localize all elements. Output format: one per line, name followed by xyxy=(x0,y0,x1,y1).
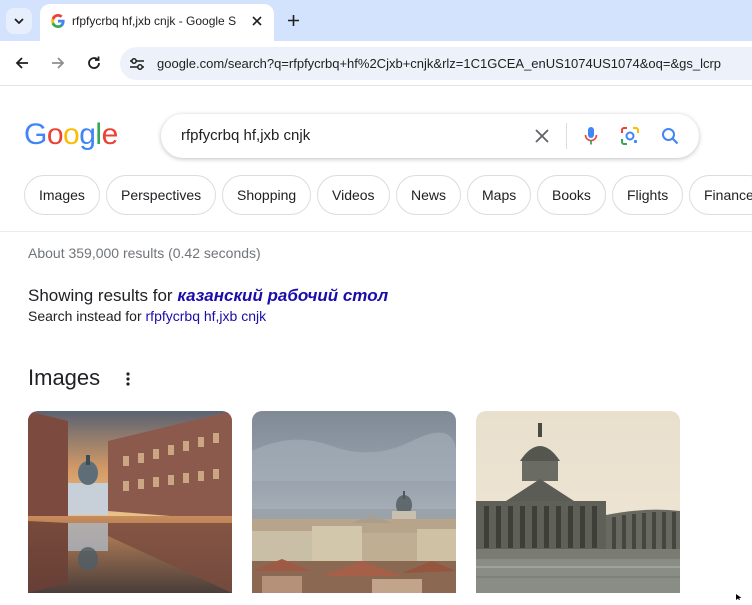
browser-toolbar: google.com/search?q=rfpfycrbq+hf%2Cjxb+c… xyxy=(0,41,752,86)
images-heading: Images xyxy=(28,365,101,390)
logo-letter: e xyxy=(101,118,119,151)
search-button[interactable] xyxy=(659,125,681,147)
showing-prefix: Showing results for xyxy=(28,286,173,305)
google-favicon-icon xyxy=(51,14,65,28)
image-result-kazan-cathedral[interactable] xyxy=(476,411,680,593)
logo-letter: g xyxy=(79,118,96,151)
street-reflection-thumbnail xyxy=(28,411,232,593)
corrected-query-link[interactable]: казанский рабочий стол xyxy=(177,286,388,305)
image-result-street-reflection[interactable] xyxy=(28,411,232,593)
tune-icon xyxy=(130,58,144,70)
header-divider xyxy=(0,231,752,232)
search-divider xyxy=(566,123,567,149)
filter-chips: Images Perspectives Shopping Videos News… xyxy=(24,175,752,215)
site-info-button[interactable] xyxy=(128,55,146,73)
chip-images[interactable]: Images xyxy=(24,175,100,215)
chip-shopping[interactable]: Shopping xyxy=(222,175,312,215)
chip-perspectives[interactable]: Perspectives xyxy=(106,175,217,215)
original-query-link[interactable]: rfpfycrbq hf,jxb cnjk xyxy=(146,308,267,324)
kazan-cathedral-thumbnail xyxy=(476,411,680,593)
search-instead: Search instead for rfpfycrbq hf,jxb cnjk xyxy=(28,308,266,324)
image-search-button[interactable] xyxy=(619,125,641,147)
image-result-city-skyline[interactable] xyxy=(252,411,456,593)
more-vert-icon xyxy=(126,372,130,386)
tab-title: rfpfycrbq hf,jxb cnjk - Google S xyxy=(72,14,237,28)
arrow-left-icon xyxy=(15,57,28,69)
search-box: rfpfycrbq hf,jxb cnjk xyxy=(161,114,699,158)
plus-icon xyxy=(287,14,299,26)
search-icon xyxy=(662,128,679,145)
new-tab-button[interactable] xyxy=(282,9,304,31)
voice-search-button[interactable] xyxy=(580,125,602,147)
google-logo[interactable]: Google xyxy=(24,118,119,154)
tab-close-button[interactable] xyxy=(248,12,266,30)
arrow-right-icon xyxy=(52,57,65,69)
tab-search-button[interactable] xyxy=(6,8,32,34)
chip-videos[interactable]: Videos xyxy=(317,175,390,215)
result-stats: About 359,000 results (0.42 seconds) xyxy=(28,245,261,261)
url-text: google.com/search?q=rfpfycrbq+hf%2Cjxb+c… xyxy=(157,56,722,71)
microphone-icon xyxy=(584,127,598,145)
clear-search-button[interactable] xyxy=(531,125,553,147)
city-skyline-thumbnail xyxy=(252,411,456,593)
instead-prefix: Search instead for xyxy=(28,308,142,324)
chip-books[interactable]: Books xyxy=(537,175,606,215)
close-icon xyxy=(252,16,262,26)
reload-icon xyxy=(88,56,100,69)
chip-maps[interactable]: Maps xyxy=(467,175,532,215)
forward-button[interactable] xyxy=(47,52,69,74)
logo-letter: o xyxy=(46,118,64,151)
cursor-icon xyxy=(736,594,742,600)
reload-button[interactable] xyxy=(83,52,105,74)
address-bar[interactable]: google.com/search?q=rfpfycrbq+hf%2Cjxb+c… xyxy=(120,47,752,80)
search-input[interactable]: rfpfycrbq hf,jxb cnjk xyxy=(181,127,310,144)
tab-strip: rfpfycrbq hf,jxb cnjk - Google S xyxy=(0,0,752,41)
back-button[interactable] xyxy=(11,52,33,74)
active-tab[interactable]: rfpfycrbq hf,jxb cnjk - Google S xyxy=(40,4,274,41)
mouse-cursor xyxy=(736,587,742,600)
chevron-down-icon xyxy=(14,18,24,25)
close-icon xyxy=(535,129,549,143)
spelling-correction: Showing results for казанский рабочий ст… xyxy=(28,286,388,306)
logo-letter: G xyxy=(24,118,47,151)
chip-flights[interactable]: Flights xyxy=(612,175,684,215)
logo-letter: o xyxy=(63,118,80,151)
images-more-options-button[interactable] xyxy=(120,370,136,388)
google-lens-icon xyxy=(621,127,639,145)
chip-news[interactable]: News xyxy=(396,175,462,215)
chip-finance[interactable]: Finance xyxy=(689,175,752,215)
